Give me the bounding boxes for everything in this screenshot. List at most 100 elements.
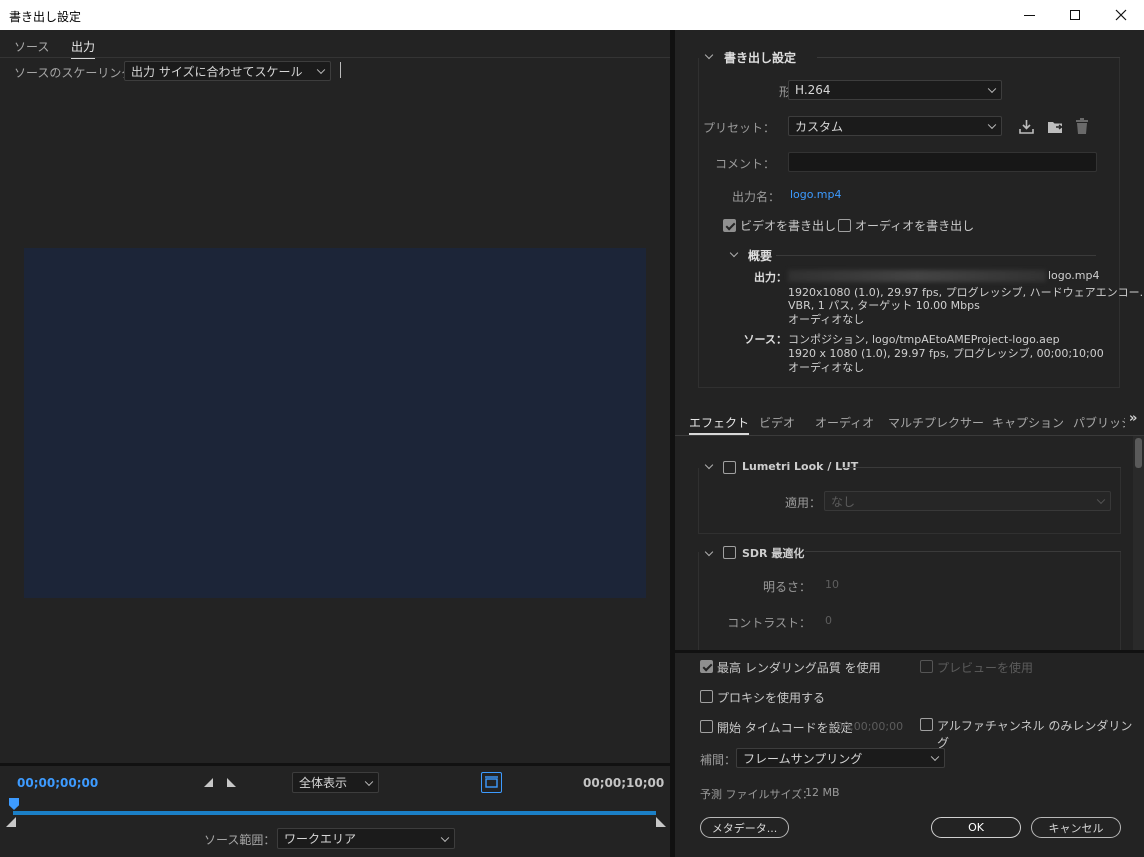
interpolation-label: 補間：: [700, 753, 737, 767]
source-range-dropdown[interactable]: ワークエリア: [277, 828, 455, 849]
zoom-dropdown[interactable]: 全体表示: [292, 772, 379, 793]
tab-publish[interactable]: パブリッシュ: [1073, 414, 1125, 431]
timeline-bar[interactable]: [13, 811, 656, 815]
max-quality-checkbox[interactable]: [700, 660, 713, 673]
preview-panel: ソース 出力 ソースのスケーリング： 出力 サイズに合わせてスケール 00;00…: [0, 30, 670, 857]
chevron-down-icon: [930, 752, 940, 762]
preset-label: プリセット：: [702, 121, 775, 135]
chevron-down-icon: [1096, 495, 1106, 505]
settings-tabs-panel: エフェクト ビデオ オーディオ マルチプレクサー キャプション パブリッシュ »…: [675, 408, 1144, 650]
output-name-link[interactable]: logo.mp4: [790, 188, 842, 201]
tab-effects[interactable]: エフェクト: [689, 414, 750, 435]
summary-output-line-4: オーディオなし: [788, 313, 865, 326]
fit-button[interactable]: [481, 772, 502, 793]
settings-tab-bar: エフェクト ビデオ オーディオ マルチプレクサー キャプション パブリッシュ »: [675, 408, 1144, 436]
brightness-value[interactable]: 10: [825, 578, 839, 591]
tab-divider: [0, 57, 670, 58]
ok-button[interactable]: OK: [931, 817, 1021, 838]
export-video-checkbox[interactable]: [723, 219, 736, 232]
start-timecode-checkbox[interactable]: [700, 720, 713, 733]
tab-source[interactable]: ソース: [14, 38, 49, 55]
brightness-label: 明るさ：: [762, 580, 811, 594]
comment-input[interactable]: [788, 152, 1097, 172]
current-timecode[interactable]: 00;00;00;00: [17, 776, 98, 790]
chevron-down-icon: [987, 120, 997, 130]
alpha-only-checkbox[interactable]: [920, 718, 933, 731]
save-preset-icon[interactable]: [1018, 118, 1035, 135]
scaling-dropdown[interactable]: 出力 サイズに合わせてスケール: [124, 61, 331, 81]
interpolation-value: フレームサンプリング: [743, 751, 863, 766]
zoom-value: 全体表示: [299, 776, 348, 790]
close-button[interactable]: [1098, 0, 1144, 30]
preview-checkbox[interactable]: [920, 660, 933, 673]
in-point-handle[interactable]: [6, 817, 16, 827]
contrast-value[interactable]: 0: [825, 614, 832, 627]
maximize-button[interactable]: [1052, 0, 1098, 30]
export-audio-label: オーディオを書き出し: [855, 219, 975, 233]
tab-audio[interactable]: オーディオ: [815, 414, 874, 431]
more-tabs-icon[interactable]: »: [1129, 411, 1137, 426]
proxy-label: プロキシを使用する: [717, 691, 826, 705]
end-timecode: 00;00;10;00: [583, 776, 665, 790]
source-range-value: ワークエリア: [284, 832, 357, 846]
fit-frame-icon: [485, 776, 498, 788]
tab-video[interactable]: ビデオ: [759, 414, 795, 431]
timeline-divider: [0, 763, 670, 766]
interpolation-dropdown[interactable]: フレームサンプリング: [736, 748, 945, 768]
chevron-down-icon: [316, 65, 326, 75]
preview-label: プレビューを使用: [937, 661, 1034, 675]
toolbar-divider: [340, 62, 341, 78]
chevron-down-icon: [364, 777, 374, 786]
filesize-label: 予測 ファイルサイズ：: [700, 788, 814, 801]
apply-label: 適用：: [784, 496, 821, 510]
apply-dropdown[interactable]: なし: [824, 491, 1111, 511]
contrast-label: コントラスト：: [727, 616, 811, 630]
effects-scrollbar[interactable]: [1133, 436, 1144, 650]
format-value: H.264: [795, 83, 831, 97]
proxy-checkbox[interactable]: [700, 690, 713, 703]
tab-output[interactable]: 出力: [71, 38, 96, 59]
out-point-handle[interactable]: [656, 817, 666, 827]
source-range-label: ソース範囲：: [204, 833, 276, 847]
output-name-label: 出力名：: [731, 190, 780, 204]
export-settings-panel: 書き出し設定 形式： H.264 プリセット： カスタム コメント： 出力名： …: [675, 30, 1144, 408]
metadata-button[interactable]: メタデータ...: [700, 817, 789, 838]
start-timecode-value[interactable]: 00;00;00;00: [836, 720, 903, 733]
summary-source-label: ソース：: [743, 333, 787, 346]
mark-in-icon[interactable]: [204, 778, 213, 787]
output-path-blurred: [788, 270, 1046, 282]
summary-output-line-1: logo.mp4: [1048, 269, 1100, 282]
cancel-button[interactable]: キャンセル: [1031, 817, 1121, 838]
max-quality-label: 最高 レンダリング品質 を使用: [717, 661, 881, 675]
video-preview: [24, 248, 646, 598]
summary-source-line-3: オーディオなし: [788, 361, 865, 374]
render-options-panel: 最高 レンダリング品質 を使用 プレビューを使用 プロキシを使用する 開始 タイ…: [675, 653, 1144, 857]
close-icon: [1115, 9, 1127, 21]
lumetri-rule: [842, 467, 1121, 468]
preset-value: カスタム: [795, 119, 844, 134]
comment-label: コメント：: [714, 157, 775, 171]
playhead-icon[interactable]: [9, 798, 19, 810]
tab-multiplexer[interactable]: マルチプレクサー: [888, 414, 984, 431]
apply-value: なし: [831, 494, 856, 509]
delete-preset-icon[interactable]: [1074, 117, 1090, 135]
scaling-value: 出力 サイズに合わせてスケール: [131, 64, 303, 79]
chevron-down-icon: [440, 833, 450, 842]
sdr-group: [698, 552, 1121, 650]
import-preset-icon[interactable]: [1046, 118, 1064, 135]
alpha-only-label: アルファチャンネル のみレンダリング: [937, 719, 1133, 750]
scrollbar-thumb[interactable]: [1135, 438, 1142, 468]
chevron-down-icon: [987, 84, 997, 94]
format-dropdown[interactable]: H.264: [788, 80, 1002, 100]
sdr-rule: [805, 551, 1121, 552]
summary-title: 概要: [748, 249, 773, 263]
tab-captions[interactable]: キャプション: [992, 414, 1064, 431]
preset-dropdown[interactable]: カスタム: [788, 116, 1002, 136]
window-title: 書き出し設定: [9, 10, 82, 24]
mark-out-icon[interactable]: [227, 778, 236, 787]
export-audio-checkbox[interactable]: [838, 219, 851, 232]
export-video-label: ビデオを書き出し: [740, 219, 837, 233]
filesize-value: 12 MB: [805, 786, 840, 799]
start-timecode-label: 開始 タイムコードを設定: [717, 721, 853, 735]
minimize-button[interactable]: [1006, 0, 1052, 30]
